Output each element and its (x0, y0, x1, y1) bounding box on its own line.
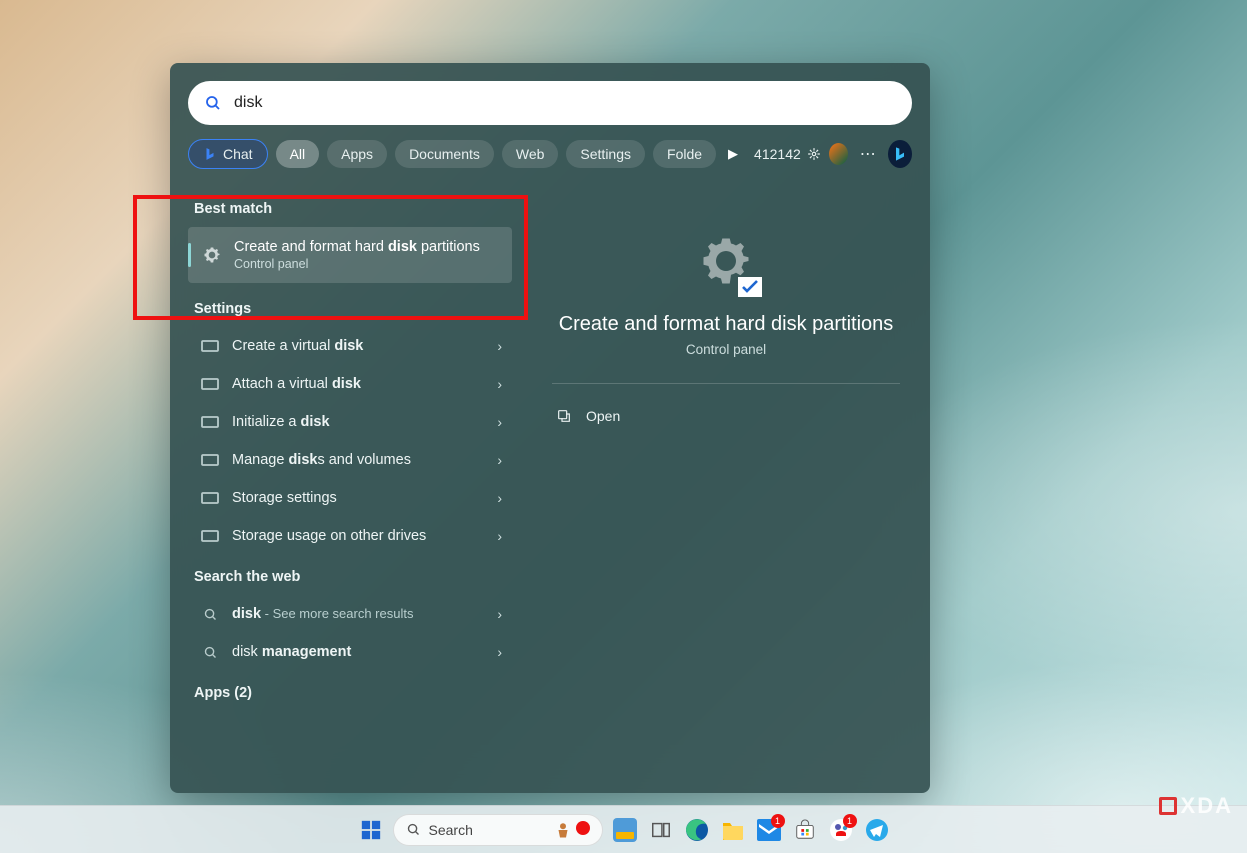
result-text: Manage disks and volumes (232, 452, 497, 468)
teams-app[interactable]: 1 (827, 816, 855, 844)
preview-pane: Create and format hard disk partitions C… (522, 183, 930, 773)
divider (552, 383, 900, 384)
settings-item-icon (198, 340, 222, 352)
open-icon (556, 408, 572, 424)
result-text: Storage usage on other drives (232, 528, 497, 544)
settings-result[interactable]: Storage settings› (188, 479, 512, 517)
mail-app[interactable]: 1 (755, 816, 783, 844)
open-action[interactable]: Open (552, 400, 900, 432)
store-app[interactable] (791, 816, 819, 844)
windows-icon (360, 819, 382, 841)
filter-chat-label: Chat (223, 146, 253, 162)
mail-badge: 1 (771, 814, 785, 828)
filter-chat[interactable]: Chat (188, 139, 268, 169)
taskbar-search-label: Search (429, 822, 473, 838)
more-options[interactable]: ⋯ (856, 144, 880, 164)
filter-scroll-right[interactable]: ▶ (728, 146, 738, 162)
edge-icon (685, 818, 709, 842)
settings-item-icon (198, 416, 222, 428)
best-match-result[interactable]: Create and format hard disk partitions C… (188, 227, 512, 283)
best-match-subtitle: Control panel (234, 257, 480, 271)
chevron-right-icon: › (497, 606, 502, 622)
chevron-right-icon: › (497, 452, 502, 468)
apps-section-label: Apps (2) (194, 685, 506, 701)
store-icon (794, 819, 816, 841)
file-explorer[interactable] (719, 816, 747, 844)
result-text: disk - See more search results (232, 606, 497, 622)
settings-result[interactable]: Create a virtual disk› (188, 327, 512, 365)
preview-subtitle: Control panel (686, 342, 766, 357)
search-input[interactable] (234, 94, 896, 112)
search-box[interactable] (188, 81, 912, 125)
user-avatar[interactable] (829, 143, 848, 165)
settings-item-icon (198, 454, 222, 466)
filter-documents[interactable]: Documents (395, 140, 494, 168)
xda-watermark: XDA (1159, 793, 1233, 819)
points-value: 412142 (754, 146, 801, 162)
preview-title: Create and format hard disk partitions (559, 313, 894, 336)
rewards-icon (807, 147, 821, 161)
best-match-label: Best match (194, 201, 506, 217)
chevron-right-icon: › (497, 338, 502, 354)
rewards-points[interactable]: 412142 (754, 146, 821, 162)
filter-web[interactable]: Web (502, 140, 559, 168)
settings-section-label: Settings (194, 301, 506, 317)
settings-result[interactable]: Initialize a disk› (188, 403, 512, 441)
filter-bar: Chat All Apps Documents Web Settings Fol… (170, 139, 930, 183)
filter-settings[interactable]: Settings (566, 140, 645, 168)
search-icon (406, 822, 421, 837)
result-text: Create a virtual disk (232, 338, 497, 354)
filter-folders[interactable]: Folde (653, 140, 716, 168)
filter-apps[interactable]: Apps (327, 140, 387, 168)
chevron-right-icon: › (497, 528, 502, 544)
bing-button[interactable] (888, 140, 912, 168)
teams-badge: 1 (843, 814, 857, 828)
preview-gear-icon (696, 231, 756, 291)
settings-result[interactable]: Manage disks and volumes› (188, 441, 512, 479)
record-icon (576, 821, 590, 835)
settings-result[interactable]: Attach a virtual disk› (188, 365, 512, 403)
edge-browser[interactable] (683, 816, 711, 844)
best-match-title: Create and format hard disk partitions (234, 239, 480, 255)
result-text: Attach a virtual disk (232, 376, 497, 392)
web-result[interactable]: disk - See more search results› (188, 595, 512, 633)
taskbar-search[interactable]: Search (393, 814, 603, 846)
taskview-icon (650, 819, 672, 841)
search-icon (198, 645, 222, 660)
bing-icon (892, 146, 908, 162)
folder-icon (721, 819, 745, 841)
web-result[interactable]: disk management› (188, 633, 512, 671)
gingerbread-icon (554, 821, 572, 839)
telegram-app[interactable] (863, 816, 891, 844)
telegram-icon (865, 818, 889, 842)
settings-item-icon (198, 492, 222, 504)
search-icon (204, 94, 222, 112)
results-column: Best match Create and format hard disk p… (170, 183, 522, 773)
open-label: Open (586, 408, 620, 424)
search-icon (198, 607, 222, 622)
taskbar: Search 1 1 (0, 805, 1247, 853)
gear-icon (202, 245, 222, 265)
filter-all[interactable]: All (276, 140, 320, 168)
start-button[interactable] (357, 816, 385, 844)
result-text: disk management (232, 644, 497, 660)
start-search-panel: Chat All Apps Documents Web Settings Fol… (170, 63, 930, 793)
chevron-right-icon: › (497, 490, 502, 506)
powertoys-icon[interactable] (611, 816, 639, 844)
settings-result[interactable]: Storage usage on other drives› (188, 517, 512, 555)
task-view[interactable] (647, 816, 675, 844)
result-text: Initialize a disk (232, 414, 497, 430)
chevron-right-icon: › (497, 644, 502, 660)
chevron-right-icon: › (497, 414, 502, 430)
app-icon (613, 818, 637, 842)
result-text: Storage settings (232, 490, 497, 506)
settings-item-icon (198, 378, 222, 390)
bing-chat-icon (203, 147, 217, 161)
settings-item-icon (198, 530, 222, 542)
search-web-label: Search the web (194, 569, 506, 585)
chevron-right-icon: › (497, 376, 502, 392)
